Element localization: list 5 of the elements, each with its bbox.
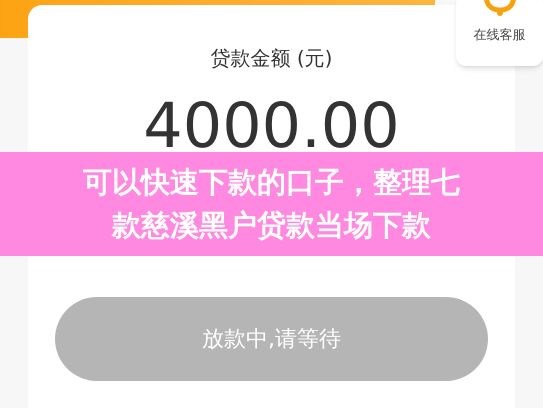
banner-title: 可以快速下款的口子，整理七 款慈溪黑户贷款当场下款 <box>83 164 460 244</box>
loan-amount-label: 贷款金额 (元) <box>210 45 332 72</box>
loan-amount: 4000.00 <box>143 95 400 157</box>
customer-service-button[interactable]: 在线客服 <box>456 0 543 66</box>
customer-service-label: 在线客服 <box>474 27 526 45</box>
